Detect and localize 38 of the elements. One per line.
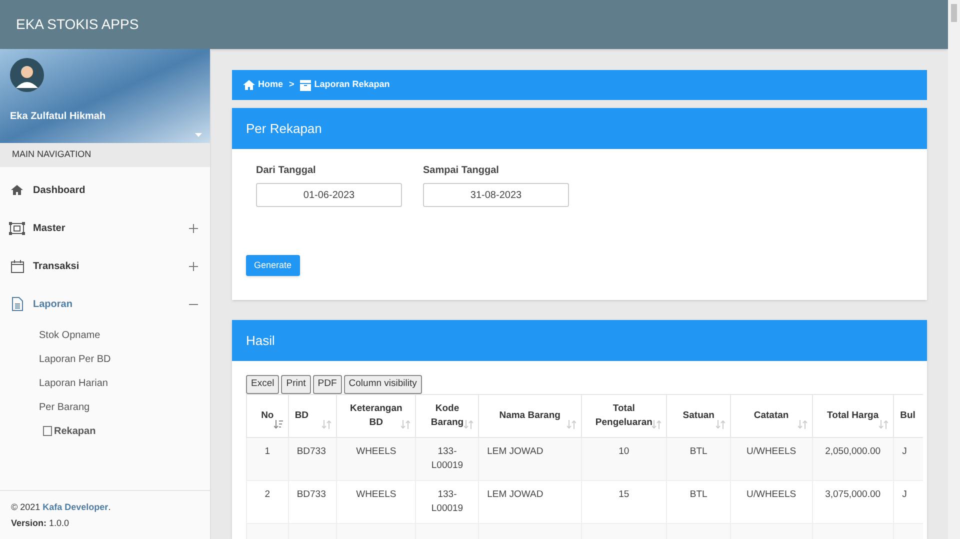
field-label: Sampai Tanggal [423, 164, 500, 178]
submenu-item[interactable]: Per Barang [0, 395, 210, 419]
export-button[interactable]: Excel [246, 375, 280, 394]
expand-icon[interactable] [189, 224, 201, 232]
box-icon [300, 80, 312, 90]
date-field[interactable]: 31-08-2023 [423, 183, 569, 207]
version-text: Version: 1.0.0 [11, 517, 70, 530]
scrollbar[interactable] [948, 0, 960, 539]
home-icon [243, 80, 255, 90]
panel-title: Per Rekapan [246, 120, 322, 138]
app-title: EKA STOKIS APPS [16, 15, 139, 34]
nav-header: MAIN NAVIGATION [12, 148, 92, 162]
submenu-item[interactable]: Laporan Harian [0, 371, 210, 395]
panel-title: Hasil [246, 332, 275, 350]
export-button[interactable]: Print [281, 375, 311, 394]
column-header[interactable]: No [246, 394, 288, 438]
sidebar-item[interactable]: Transaksi [0, 247, 210, 285]
submenu-item[interactable]: Laporan Per BD [0, 347, 210, 371]
field-label: Dari Tanggal [256, 164, 317, 178]
home-icon [9, 185, 25, 195]
sidebar-item[interactable]: Dashboard [0, 171, 210, 209]
export-button[interactable]: PDF [312, 375, 342, 394]
submenu-item[interactable]: Stok Opname [0, 323, 210, 347]
frame-icon [9, 222, 25, 234]
avatar-icon [10, 58, 44, 92]
date-field[interactable]: 01-06-2023 [256, 183, 402, 207]
checkbox-icon [43, 426, 52, 436]
copyright-text: © 2021 Kafa Developer. [11, 501, 112, 514]
sidebar-item[interactable]: Master [0, 209, 210, 247]
user-name: Eka Zulfatul Hikmah [10, 110, 106, 124]
submenu-item[interactable]: Rekapan [0, 419, 210, 443]
sidebar-item[interactable]: Laporan [0, 285, 210, 323]
footer-link[interactable]: Kafa Developer [42, 502, 108, 512]
expand-icon[interactable] [189, 262, 201, 270]
document-icon [9, 297, 25, 311]
calendar-icon [9, 260, 25, 272]
export-button[interactable]: Column visibility [344, 375, 422, 394]
breadcrumb-separator: > [289, 78, 294, 92]
